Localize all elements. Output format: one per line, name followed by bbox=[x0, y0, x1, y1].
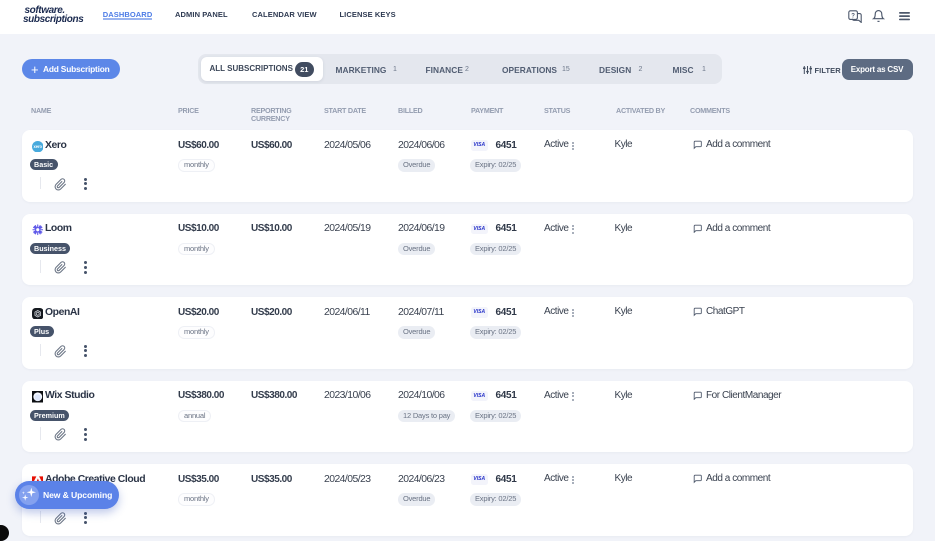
svg-text:?: ? bbox=[851, 13, 855, 19]
svg-text:xero: xero bbox=[33, 144, 42, 149]
